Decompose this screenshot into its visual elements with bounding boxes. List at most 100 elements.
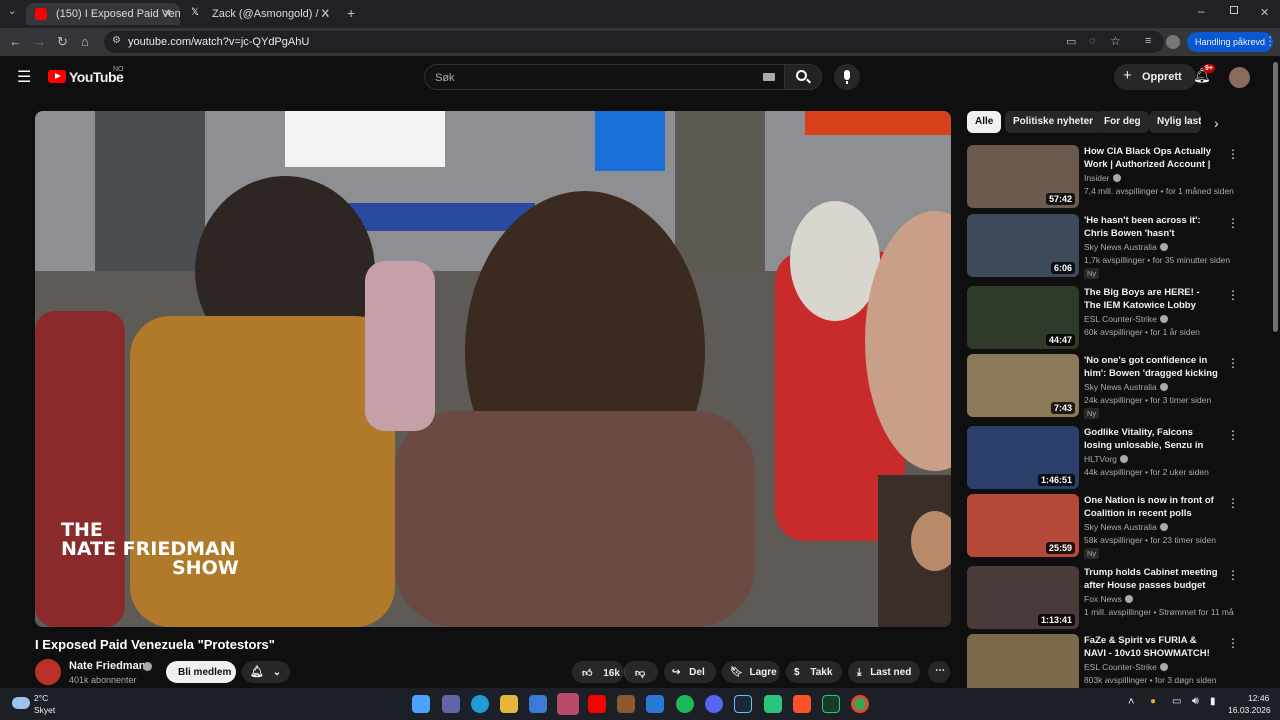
more-options-icon[interactable]: ⋮ bbox=[1227, 496, 1239, 510]
recommendation-title[interactable]: How CIA Black Ops Actually Work | Author… bbox=[1084, 145, 1219, 172]
video-thumbnail[interactable]: 44:47 bbox=[967, 286, 1079, 349]
more-actions-button[interactable]: ⋯ bbox=[928, 661, 950, 683]
youtube-app-icon[interactable] bbox=[588, 695, 606, 713]
recommendation-title[interactable]: FaZe & Spirit vs FURIA & NAVI - 10v10 SH… bbox=[1084, 634, 1219, 660]
recommendation-title[interactable]: 'He hasn't been across it': Chris Bowen … bbox=[1084, 214, 1219, 241]
recommendation-item[interactable]: 6:06 'He hasn't been across it': Chris Bo… bbox=[967, 214, 1247, 279]
recommendation-title[interactable]: The Big Boys are HERE! - The IEM Katowic… bbox=[1084, 286, 1219, 312]
chip-political-news[interactable]: Politiske nyheter bbox=[1005, 111, 1102, 133]
recommendation-channel[interactable]: Sky News Australia bbox=[1084, 382, 1168, 392]
video-thumbnail[interactable]: 57:42 bbox=[967, 145, 1079, 208]
clock-date[interactable]: 16.03.2026 bbox=[1228, 705, 1271, 715]
recommendation-title[interactable]: Trump holds Cabinet meeting after House … bbox=[1084, 566, 1219, 593]
restore-icon[interactable] bbox=[1230, 6, 1238, 14]
thanks-button[interactable]: $ Takk bbox=[786, 661, 842, 683]
search-input[interactable]: Søk bbox=[424, 64, 786, 90]
close-icon[interactable]: ✕ bbox=[163, 7, 172, 20]
more-options-icon[interactable]: ⋮ bbox=[1227, 147, 1239, 161]
chips-next-chevron-icon[interactable]: › bbox=[1214, 115, 1219, 131]
store-icon[interactable] bbox=[529, 695, 547, 713]
recommendation-channel[interactable]: Insider bbox=[1084, 173, 1121, 183]
recommendation-channel[interactable]: Fox News bbox=[1084, 594, 1133, 604]
dislike-button[interactable]: 👎︎ bbox=[624, 661, 658, 683]
search-button[interactable] bbox=[784, 64, 822, 90]
video-thumbnail[interactable]: 7:43 bbox=[967, 354, 1079, 417]
save-button[interactable]: 🔖︎ Lagre bbox=[722, 661, 780, 683]
menu-dots-icon[interactable]: ⋮ bbox=[1264, 34, 1276, 48]
recommendation-channel[interactable]: Sky News Australia bbox=[1084, 242, 1168, 252]
notifications-button[interactable]: 🔔︎ 9+ bbox=[1192, 64, 1215, 87]
minimize-icon[interactable]: – bbox=[1198, 4, 1205, 18]
media-icon[interactable]: ≡ bbox=[1145, 35, 1151, 47]
share-button[interactable]: ↪ Del bbox=[664, 661, 716, 683]
tab-x[interactable]: 𝕏 Zack (@Asmongold) / X ✕ bbox=[182, 3, 338, 25]
recommendation-item[interactable]: 7:43 'No one's got confidence in him': Bo… bbox=[967, 354, 1247, 419]
recommendation-title[interactable]: 'No one's got confidence in him': Bowen … bbox=[1084, 354, 1219, 381]
terminal-icon[interactable] bbox=[822, 695, 840, 713]
more-options-icon[interactable]: ⋮ bbox=[1227, 288, 1239, 302]
home-icon[interactable]: ⌂ bbox=[81, 34, 89, 49]
forward-icon[interactable]: → bbox=[33, 34, 46, 49]
brave-icon[interactable] bbox=[793, 695, 811, 713]
profile-avatar[interactable] bbox=[1166, 35, 1180, 49]
account-avatar[interactable] bbox=[1229, 67, 1250, 88]
tab-youtube[interactable]: (150) I Exposed Paid Venezuela ✕ bbox=[26, 3, 180, 25]
recommendation-item[interactable]: 44:47 The Big Boys are HERE! - The IEM Ka… bbox=[967, 286, 1247, 350]
network-icon[interactable]: ▭ bbox=[1172, 696, 1181, 707]
video-thumbnail[interactable]: 25:59 bbox=[967, 494, 1079, 557]
create-button[interactable]: + Opprett bbox=[1114, 64, 1196, 90]
more-options-icon[interactable]: ⋮ bbox=[1227, 428, 1239, 442]
site-info-icon[interactable]: ⚙ bbox=[112, 35, 121, 46]
chip-recently-uploaded[interactable]: Nylig lastet bbox=[1149, 111, 1201, 133]
recommendation-channel[interactable]: Sky News Australia bbox=[1084, 522, 1168, 532]
file-explorer-icon[interactable] bbox=[500, 695, 518, 713]
recommendation-item[interactable]: 25:59 One Nation is now in front of Coali… bbox=[967, 494, 1247, 559]
more-options-icon[interactable]: ⋮ bbox=[1227, 216, 1239, 230]
tray-chevron-icon[interactable]: ˄ bbox=[1128, 696, 1134, 708]
app-icon[interactable] bbox=[764, 695, 782, 713]
recommendation-channel[interactable]: ESL Counter-Strike bbox=[1084, 314, 1168, 324]
close-window-icon[interactable]: ✕ bbox=[1260, 6, 1269, 19]
video-thumbnail[interactable]: 1:46:51 bbox=[967, 426, 1079, 489]
recommendation-channel[interactable]: HLTVorg bbox=[1084, 454, 1128, 464]
video-player[interactable]: THE NATE FRIEDMAN SHOW bbox=[35, 111, 951, 627]
recommendation-title[interactable]: One Nation is now in front of Coalition … bbox=[1084, 494, 1219, 521]
recommendation-item[interactable]: 1:46:51 Godlike Vitality, Falcons losing … bbox=[967, 426, 1247, 490]
more-options-icon[interactable]: ⋮ bbox=[1227, 636, 1239, 650]
recommendation-item[interactable]: 57:42 How CIA Black Ops Actually Work | A… bbox=[967, 145, 1247, 209]
spotify-icon[interactable] bbox=[676, 695, 694, 713]
recommendation-title[interactable]: Godlike Vitality, Falcons losing unlosab… bbox=[1084, 426, 1219, 453]
chip-for-you[interactable]: For deg bbox=[1096, 111, 1149, 133]
weather-cloud-icon[interactable] bbox=[12, 697, 30, 709]
clock-time[interactable]: 12:46 bbox=[1248, 693, 1269, 703]
app-icon[interactable] bbox=[557, 693, 579, 715]
hide-icon[interactable]: ◌ bbox=[1089, 35, 1096, 47]
mail-icon[interactable] bbox=[646, 695, 664, 713]
video-thumbnail[interactable]: 6:06 bbox=[967, 214, 1079, 277]
voice-search-button[interactable] bbox=[834, 64, 860, 90]
teams-icon[interactable] bbox=[442, 695, 460, 713]
volume-icon[interactable]: 🔊︎ bbox=[1192, 695, 1199, 708]
new-tab-icon[interactable]: + bbox=[347, 5, 355, 21]
more-options-icon[interactable]: ⋮ bbox=[1227, 356, 1239, 370]
chip-all[interactable]: Alle bbox=[967, 111, 1002, 133]
keyboard-icon[interactable] bbox=[763, 73, 775, 81]
subscribe-bell-button[interactable]: 🔔︎ ⌄ bbox=[242, 661, 290, 683]
like-button[interactable]: 👍︎ 16k bbox=[572, 661, 624, 683]
chrome-icon[interactable] bbox=[851, 695, 869, 713]
hamburger-menu-icon[interactable]: ☰ bbox=[17, 67, 31, 87]
recommendation-channel[interactable]: ESL Counter-Strike bbox=[1084, 662, 1168, 672]
channel-name[interactable]: Nate Friedman bbox=[69, 660, 145, 672]
recommendation-item[interactable]: 1:13:41 Trump holds Cabinet meeting after… bbox=[967, 566, 1247, 630]
reload-icon[interactable]: ↻ bbox=[57, 34, 68, 50]
steam-icon[interactable] bbox=[734, 695, 752, 713]
install-icon[interactable]: ▭ bbox=[1066, 35, 1076, 48]
discord-icon[interactable] bbox=[705, 695, 723, 713]
more-options-icon[interactable]: ⋮ bbox=[1227, 568, 1239, 582]
url-field[interactable]: ⚙ youtube.com/watch?v=jc-QYdPgAhU ▭ ◌ ☆ bbox=[104, 31, 1164, 53]
join-button[interactable]: Bli medlem bbox=[166, 661, 236, 683]
video-thumbnail[interactable]: 1:13:41 bbox=[967, 566, 1079, 629]
app-icon[interactable] bbox=[617, 695, 635, 713]
microphone-tray-icon[interactable]: ● bbox=[1150, 696, 1156, 707]
scrollbar-thumb[interactable] bbox=[1273, 62, 1278, 332]
